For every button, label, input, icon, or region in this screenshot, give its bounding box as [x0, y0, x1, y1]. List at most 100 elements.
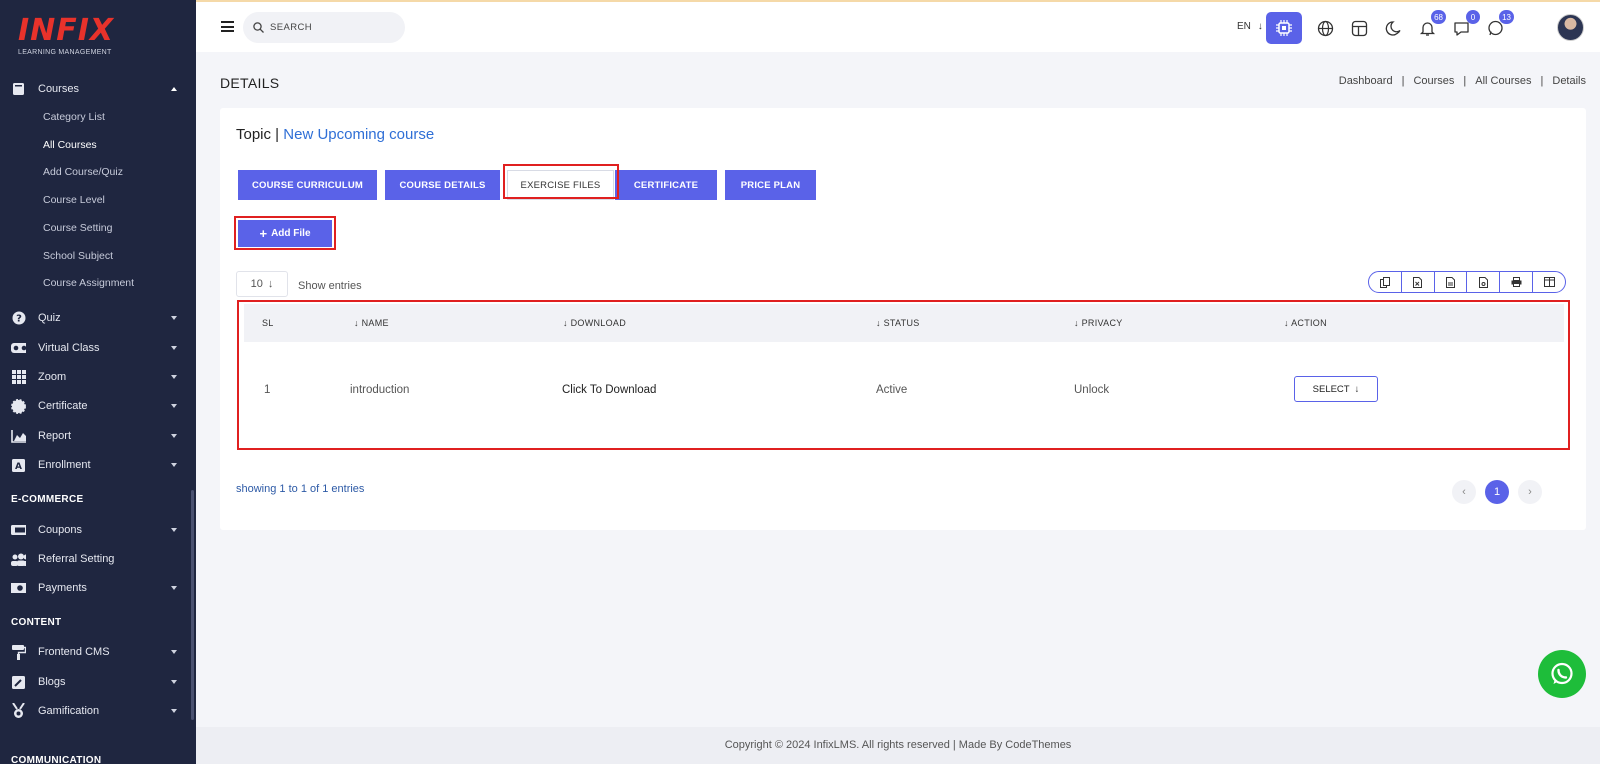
tab-course-curriculum[interactable]: COURSE CURRICULUM: [238, 170, 377, 200]
sidebar-item-referral-setting[interactable]: Referral Setting: [0, 546, 196, 572]
sidebar-item-label: Referral Setting: [38, 553, 115, 565]
language-selector[interactable]: EN ↓: [1237, 21, 1263, 32]
entries-value: 10: [250, 278, 263, 290]
chevron-left-icon[interactable]: ‹: [1452, 480, 1476, 504]
excel-icon[interactable]: [1402, 272, 1435, 292]
sidebar-item-certificate[interactable]: Certificate: [0, 393, 196, 419]
csv-icon[interactable]: [1435, 272, 1468, 292]
sidebar-item-enrollment[interactable]: A Enrollment: [0, 452, 196, 478]
breadcrumb-dashboard[interactable]: Dashboard: [1339, 75, 1393, 87]
sidebar-sub-category-list[interactable]: Category List: [43, 111, 105, 123]
chart-icon: [11, 429, 26, 444]
logo-subtitle: LEARNING MANAGEMENT: [18, 49, 112, 56]
chip-icon[interactable]: [1266, 12, 1302, 44]
sidebar-item-report[interactable]: Report: [0, 423, 196, 449]
column-header-privacy[interactable]: ↓ PRIVACY: [1074, 318, 1123, 328]
tab-certificate[interactable]: CERTIFICATE: [615, 170, 717, 200]
bell-icon[interactable]: 68: [1414, 10, 1446, 41]
columns-icon[interactable]: [1533, 272, 1565, 292]
sidebar-item-label: Blogs: [38, 676, 66, 688]
sidebar-item-frontend-cms[interactable]: Frontend CMS: [0, 639, 196, 665]
column-header-action[interactable]: ↓ ACTION: [1284, 318, 1327, 328]
arrow-down-icon: ↓: [267, 278, 274, 290]
sidebar-item-label: Coupons: [38, 524, 83, 536]
arrow-down-icon: ↓: [1354, 383, 1360, 395]
menu-toggle-icon[interactable]: [221, 21, 234, 32]
sidebar-item-blogs[interactable]: Blogs: [0, 669, 196, 695]
search-box[interactable]: [243, 12, 405, 43]
table-info: showing 1 to 1 of 1 entries: [236, 483, 365, 495]
sidebar-item-quiz[interactable]: ? Quiz: [0, 305, 196, 331]
tab-course-details[interactable]: COURSE DETAILS: [385, 170, 500, 200]
print-icon[interactable]: [1500, 272, 1534, 292]
layout-icon[interactable]: [1346, 15, 1372, 41]
enroll-icon: A: [11, 458, 26, 473]
cell-status: Active: [876, 384, 908, 396]
sidebar-item-gamification[interactable]: Gamification: [0, 698, 196, 724]
tab-exercise-files[interactable]: EXERCISE FILES: [507, 170, 614, 200]
chevron-down-icon: [171, 680, 177, 684]
search-input[interactable]: [270, 22, 400, 33]
sidebar-item-courses[interactable]: Courses: [0, 76, 196, 102]
pdf-icon[interactable]: [1467, 272, 1501, 292]
column-header-download[interactable]: ↓ DOWNLOAD: [563, 318, 626, 328]
question-icon: ?: [11, 311, 26, 326]
notification-badge: 68: [1431, 10, 1446, 24]
copy-icon[interactable]: [1369, 272, 1402, 292]
download-link[interactable]: Click To Download: [562, 384, 656, 396]
chat-icon[interactable]: 0: [1448, 10, 1480, 41]
sidebar-item-payments[interactable]: Payments: [0, 575, 196, 601]
sidebar-item-label: Enrollment: [38, 459, 91, 471]
breadcrumb-details[interactable]: Details: [1552, 75, 1586, 87]
edit-icon: [11, 675, 26, 690]
medal-icon: [11, 703, 26, 719]
column-header-sl[interactable]: SL: [262, 318, 274, 328]
add-file-label: Add File: [271, 228, 311, 239]
chevron-down-icon: [171, 346, 177, 350]
sidebar-item-coupons[interactable]: Coupons: [0, 517, 196, 543]
chevron-right-icon[interactable]: ›: [1518, 480, 1542, 504]
chevron-down-icon: [171, 434, 177, 438]
add-file-button[interactable]: + Add File: [238, 220, 332, 247]
sidebar-sub-course-level[interactable]: Course Level: [43, 194, 105, 206]
sidebar-item-label: Courses: [38, 83, 79, 95]
topic-prefix: Topic |: [236, 126, 280, 143]
sidebar-sub-course-setting[interactable]: Course Setting: [43, 222, 112, 234]
moon-icon[interactable]: [1380, 15, 1406, 41]
avatar[interactable]: [1557, 14, 1584, 41]
arrow-down-icon: ↓: [1257, 21, 1263, 32]
sidebar-item-label: Payments: [38, 582, 87, 594]
whatsapp-icon[interactable]: 13: [1482, 10, 1514, 41]
globe-icon[interactable]: [1312, 15, 1338, 41]
sidebar-item-label: Quiz: [38, 312, 61, 324]
sidebar-sub-school-subject[interactable]: School Subject: [43, 250, 113, 262]
details-card: Topic | New Upcoming course COURSE CURRI…: [220, 108, 1586, 530]
logo-text: INFIX: [18, 13, 115, 48]
paint-roller-icon: [11, 644, 26, 660]
course-name: New Upcoming course: [283, 126, 435, 143]
select-label: SELECT: [1312, 383, 1350, 395]
language-label: EN: [1237, 21, 1251, 32]
sidebar-sub-add-course[interactable]: Add Course/Quiz: [43, 166, 123, 178]
sidebar-sub-course-assignment[interactable]: Course Assignment: [43, 277, 134, 289]
breadcrumb-all-courses[interactable]: All Courses: [1475, 75, 1531, 87]
action-select-button[interactable]: SELECT ↓: [1294, 376, 1378, 402]
sidebar-item-zoom[interactable]: Zoom: [0, 364, 196, 390]
tab-price-plan[interactable]: PRICE PLAN: [725, 170, 816, 200]
whatsapp-float-button[interactable]: [1538, 650, 1586, 698]
whatsapp-badge: 13: [1499, 10, 1514, 24]
sidebar-sub-all-courses[interactable]: All Courses: [43, 139, 97, 151]
brand-logo[interactable]: INFIX LEARNING MANAGEMENT: [18, 16, 128, 60]
entries-select[interactable]: 10 ↓: [236, 271, 288, 297]
chevron-down-icon: [171, 463, 177, 467]
show-entries-label: Show entries: [298, 280, 362, 292]
column-header-name[interactable]: ↓ NAME: [354, 318, 389, 328]
page-button-current[interactable]: 1: [1485, 480, 1509, 504]
column-header-status[interactable]: ↓ STATUS: [876, 318, 920, 328]
sidebar-scrollbar[interactable]: [191, 490, 194, 720]
sidebar-item-label: Frontend CMS: [38, 646, 110, 658]
breadcrumb-courses[interactable]: Courses: [1413, 75, 1454, 87]
sidebar-item-virtual-class[interactable]: Virtual Class: [0, 335, 196, 361]
chevron-down-icon: [171, 404, 177, 408]
sidebar-item-label: Zoom: [38, 371, 67, 383]
